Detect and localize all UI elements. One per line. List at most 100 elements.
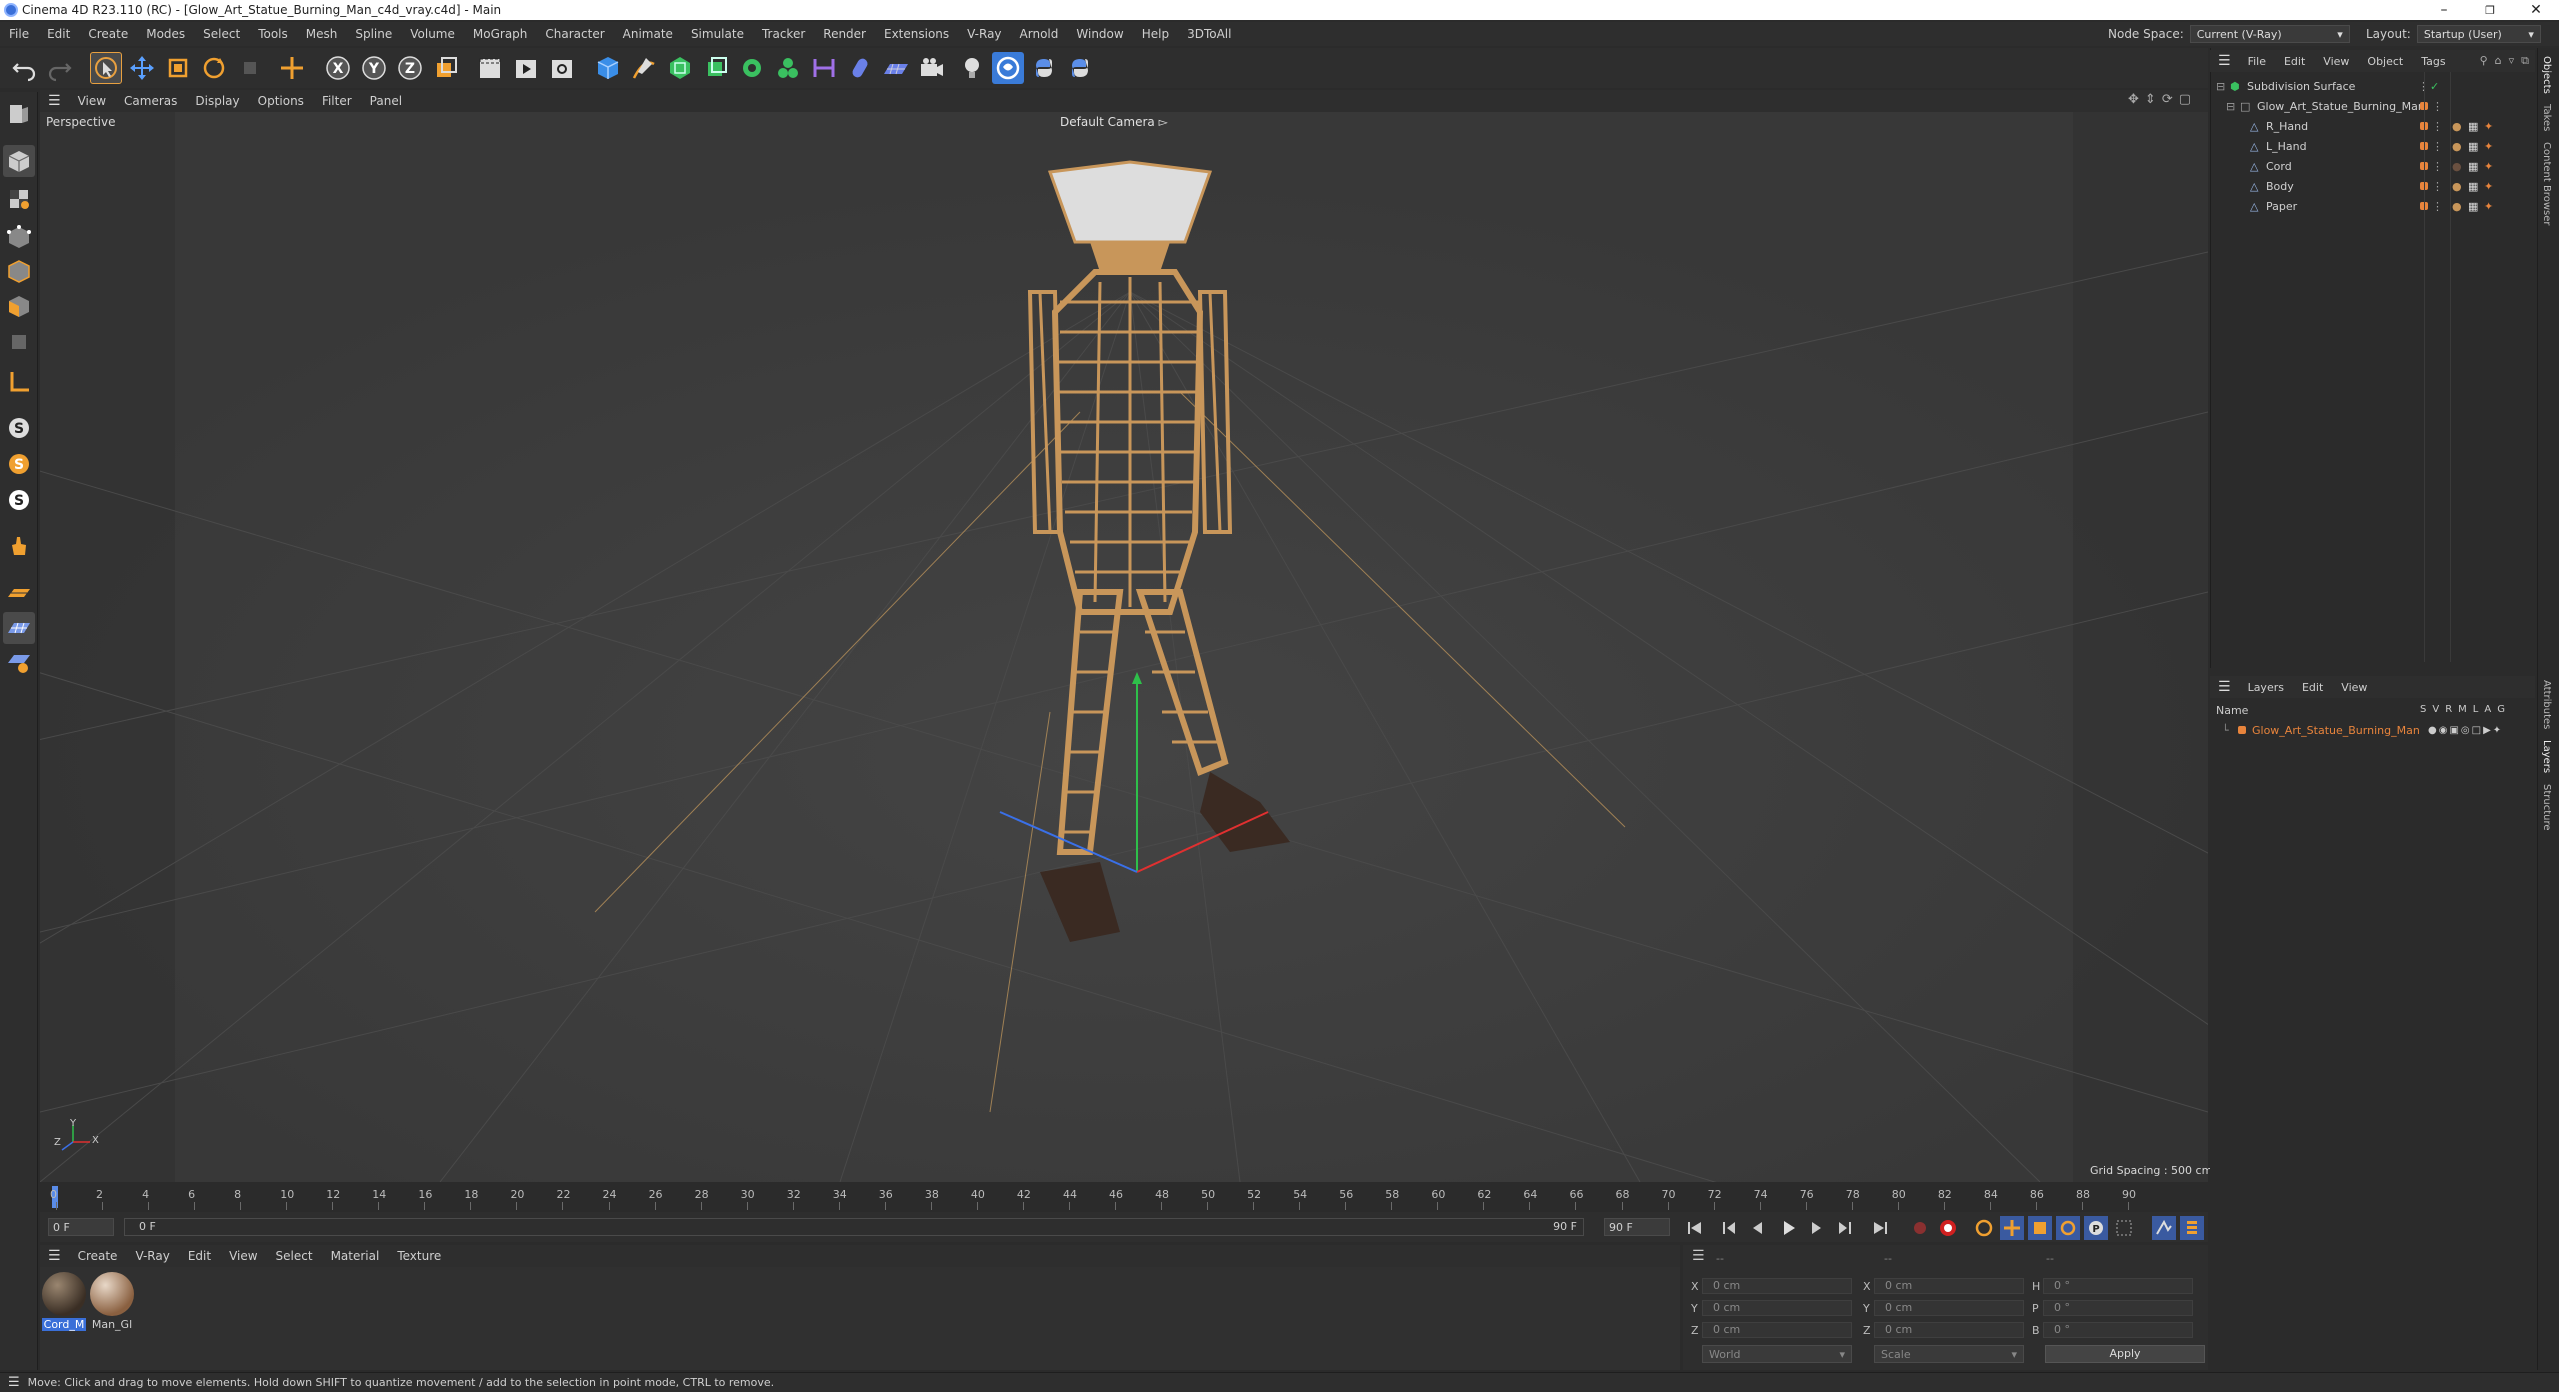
material-swatch-cord[interactable] (42, 1272, 86, 1316)
previous-frame-button[interactable] (1746, 1216, 1770, 1240)
redo-button[interactable] (44, 52, 76, 84)
size-mode-dropdown[interactable]: Scale ▾ (1874, 1345, 2024, 1363)
menu-render[interactable]: Render (814, 22, 875, 46)
dolly-view-icon[interactable]: ⇕ (2145, 92, 2156, 107)
viewport-menu-display[interactable]: Display (186, 94, 248, 108)
axis-mode-button[interactable] (3, 366, 35, 398)
material-tag-icon[interactable]: ● (2452, 180, 2462, 193)
node-space-dropdown[interactable]: Current (V-Ray) ▾ (2189, 25, 2350, 43)
python-script-2-button[interactable] (1064, 52, 1096, 84)
generators-column[interactable]: G (2497, 704, 2505, 715)
deformer-button[interactable] (808, 52, 840, 84)
tab-objects[interactable]: Objects (2541, 56, 2552, 94)
menu-extensions[interactable]: Extensions (875, 22, 958, 46)
current-frame-field[interactable]: 0 F (48, 1218, 114, 1236)
key-rotation-button[interactable] (2056, 1216, 2080, 1240)
menu-vray[interactable]: V-Ray (958, 22, 1010, 46)
objects-menu-view[interactable]: View (2314, 55, 2358, 68)
menu-create[interactable]: Create (79, 22, 137, 46)
snap-button[interactable]: S (3, 412, 35, 444)
menu-mesh[interactable]: Mesh (297, 22, 347, 46)
locked-workplane-button[interactable] (3, 646, 35, 678)
layers-menu-layers[interactable]: Layers (2239, 681, 2293, 694)
menu-tools[interactable]: Tools (249, 22, 297, 46)
material-tag-icon[interactable]: ● (2452, 140, 2462, 153)
extrude-button[interactable] (700, 52, 732, 84)
layer-row[interactable]: └ Glow_Art_Statue_Burning_Man ●◉▣◎□▶✦ (2212, 720, 2532, 740)
solo-column[interactable]: S (2420, 704, 2426, 715)
cloner-button[interactable] (772, 52, 804, 84)
hamburger-menu-icon[interactable]: ☰ (40, 1248, 69, 1264)
points-mode-button[interactable] (3, 221, 35, 253)
checker-tag-icon[interactable]: ▦ (2468, 180, 2478, 193)
render-to-picture-viewer-button[interactable] (510, 52, 542, 84)
visibility-dots-icon[interactable]: ⋮ (2432, 160, 2443, 173)
play-button[interactable] (1776, 1216, 1800, 1240)
visibility-dots-icon[interactable]: ⋮ (2432, 140, 2443, 153)
menu-edit[interactable]: Edit (38, 22, 79, 46)
close-button[interactable]: ✕ (2513, 0, 2559, 20)
material-swatch-man-glow[interactable] (90, 1272, 134, 1316)
objects-menu-object[interactable]: Object (2358, 55, 2412, 68)
render-settings-button[interactable] (546, 52, 578, 84)
vray-tag-icon[interactable]: ✦ (2484, 120, 2493, 133)
visibility-dots-icon[interactable]: ⋮ (2432, 200, 2443, 213)
menu-volume[interactable]: Volume (401, 22, 464, 46)
model-mode-button[interactable] (3, 145, 35, 177)
material-label-man-glow[interactable]: Man_Gl (90, 1318, 134, 1331)
menu-animate[interactable]: Animate (614, 22, 682, 46)
visibility-dots-icon[interactable]: ⋮ (2432, 180, 2443, 193)
object-row-cord[interactable]: △ Cord ⋮ ● ▦ ✦ (2212, 156, 2532, 176)
menu-select[interactable]: Select (194, 22, 249, 46)
viewport-menu-cameras[interactable]: Cameras (115, 94, 186, 108)
vray-tag-icon[interactable]: ✦ (2484, 140, 2493, 153)
texture-mode-button[interactable] (3, 183, 35, 215)
material-menu-create[interactable]: Create (69, 1249, 127, 1263)
expand-icon[interactable]: ⊟ (2216, 80, 2225, 93)
material-tag-icon[interactable]: ● (2452, 120, 2462, 133)
checker-tag-icon[interactable]: ▦ (2468, 120, 2478, 133)
field-button[interactable] (844, 52, 876, 84)
preview-range-slider[interactable]: 0 F 90 F (124, 1218, 1584, 1236)
recent-tools-button[interactable] (234, 52, 266, 84)
size-x-field[interactable]: 0 cm (1874, 1278, 2024, 1294)
animation-column[interactable]: A (2484, 704, 2491, 715)
menu-help[interactable]: Help (1133, 22, 1178, 46)
live-selection-button[interactable] (90, 52, 122, 84)
size-y-field[interactable]: 0 cm (1874, 1300, 2024, 1316)
object-row-l-hand[interactable]: △ L_Hand ⋮ ● ▦ ✦ (2212, 136, 2532, 156)
timeline-ruler[interactable] (40, 1184, 2208, 1210)
coordinate-system-dropdown[interactable]: World ▾ (1702, 1345, 1852, 1363)
coordinate-system-button[interactable] (430, 52, 462, 84)
hamburger-menu-icon[interactable]: ☰ (40, 93, 69, 109)
vray-tag-icon[interactable]: ✦ (2484, 200, 2493, 213)
subdivision-surface-button[interactable] (664, 52, 696, 84)
vray-button[interactable] (992, 52, 1024, 84)
menu-file[interactable]: File (0, 22, 38, 46)
tab-takes[interactable]: Takes (2541, 104, 2552, 131)
tab-content-browser[interactable]: Content Browser (2541, 142, 2552, 225)
home-icon[interactable]: ⌂ (2495, 54, 2502, 68)
light-button[interactable] (956, 52, 988, 84)
rot-p-field[interactable]: 0 ° (2043, 1300, 2193, 1316)
locked-column[interactable]: L (2473, 704, 2479, 715)
object-row-r-hand[interactable]: △ R_Hand ⋮ ● ▦ ✦ (2212, 116, 2532, 136)
key-scale-button[interactable] (2028, 1216, 2052, 1240)
z-axis-lock-button[interactable]: Z (394, 52, 426, 84)
cube-object-button[interactable] (592, 52, 624, 84)
workplane-button[interactable] (3, 576, 35, 608)
layout-dropdown[interactable]: Startup (User) ▾ (2416, 25, 2541, 43)
end-frame-field[interactable]: 90 F (1604, 1218, 1670, 1236)
tab-attributes[interactable]: Attributes (2541, 680, 2552, 729)
tab-structure[interactable]: Structure (2541, 784, 2552, 831)
move-tool-button[interactable] (126, 52, 158, 84)
objects-menu-tags[interactable]: Tags (2412, 55, 2454, 68)
maximize-button[interactable]: ❐ (2467, 0, 2513, 20)
menu-simulate[interactable]: Simulate (682, 22, 753, 46)
layers-menu-view[interactable]: View (2332, 681, 2376, 694)
render-view-button[interactable] (474, 52, 506, 84)
key-parameter-button[interactable]: P (2084, 1216, 2108, 1240)
objects-menu-file[interactable]: File (2239, 55, 2275, 68)
menu-character[interactable]: Character (536, 22, 613, 46)
vray-tag-icon[interactable]: ✦ (2484, 160, 2493, 173)
